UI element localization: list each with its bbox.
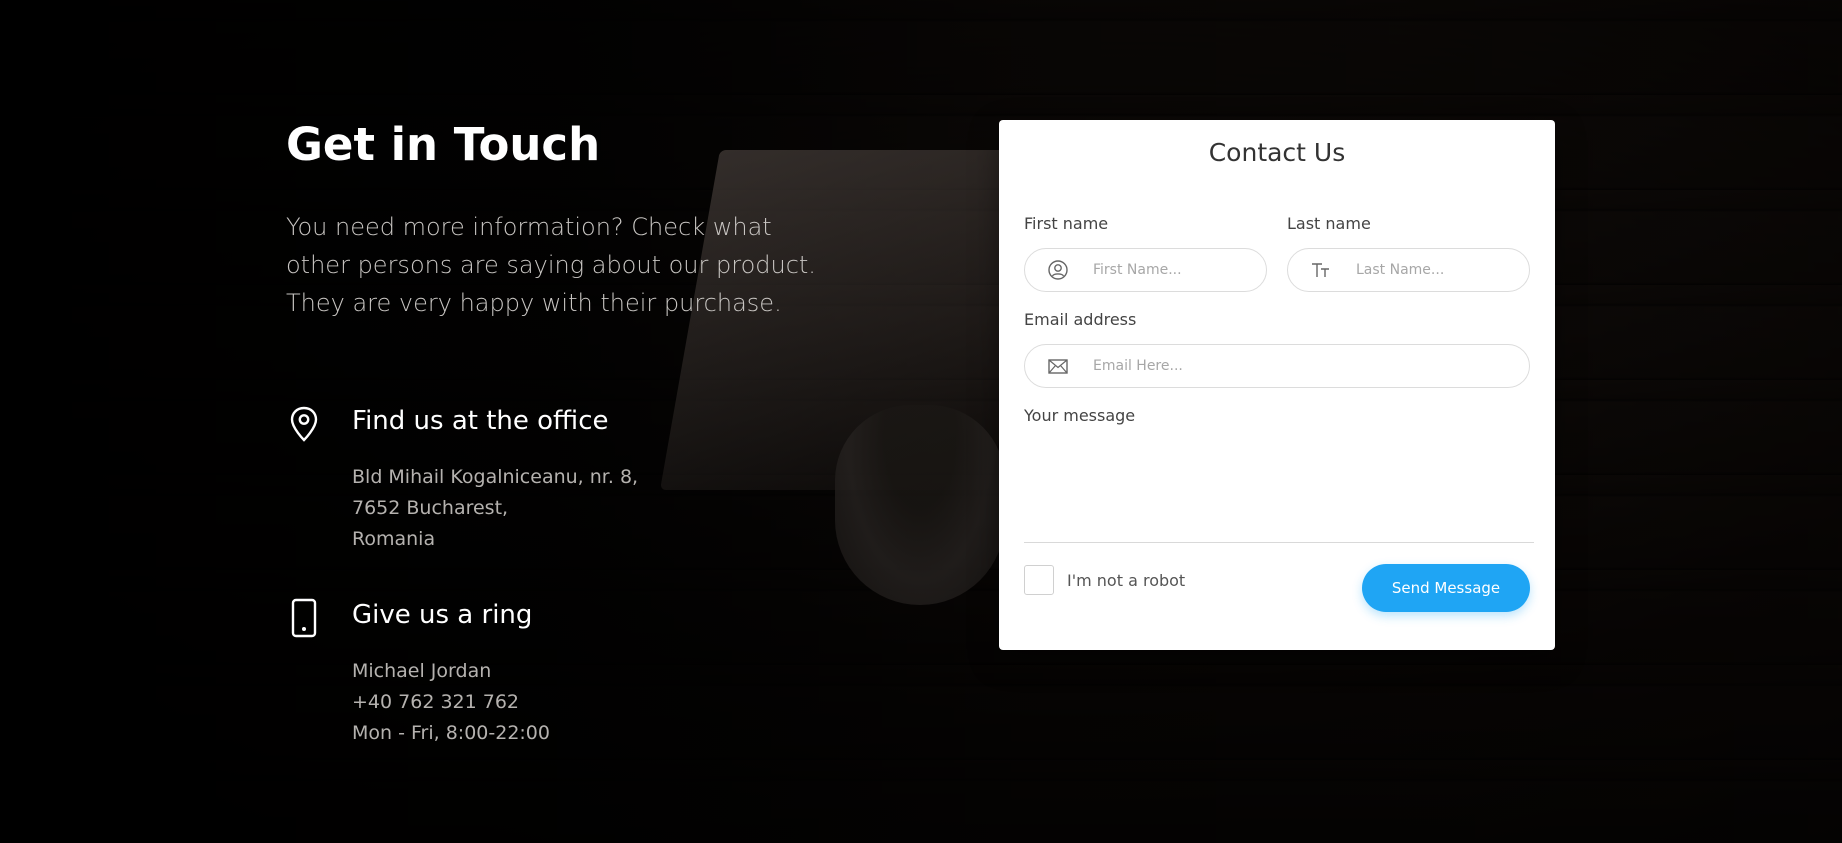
office-hours: Mon - Fri, 8:00-22:00 <box>352 722 550 744</box>
phone-heading: Give us a ring <box>352 600 533 630</box>
message-textarea[interactable] <box>1024 418 1534 543</box>
intro-text: You need more information? Check what ot… <box>286 213 816 317</box>
first-name-field[interactable] <box>1024 248 1269 292</box>
text-size-icon <box>1312 263 1329 277</box>
last-name-field[interactable] <box>1287 248 1532 292</box>
phone-number: +40 762 321 762 <box>352 691 520 713</box>
contact-form-card: Contact Us First name Last name Email ad… <box>999 120 1555 650</box>
form-title: Contact Us <box>1208 138 1346 167</box>
captcha-checkbox[interactable] <box>1024 565 1054 595</box>
user-circle-icon <box>1048 260 1068 280</box>
last-name-input[interactable] <box>1354 261 1532 279</box>
email-label: Email address <box>1024 310 1137 329</box>
send-message-button[interactable]: Send Message <box>1362 564 1530 612</box>
phone-details: Michael Jordan +40 762 321 762 Mon - Fri… <box>352 656 550 749</box>
contact-name: Michael Jordan <box>352 660 492 682</box>
first-name-label: First name <box>1024 214 1109 233</box>
email-field[interactable] <box>1024 344 1530 388</box>
last-name-label: Last name <box>1287 214 1371 233</box>
first-name-input[interactable] <box>1091 261 1269 279</box>
office-address: Bld Mihail Kogalniceanu, nr. 8, 7652 Buc… <box>352 462 638 555</box>
background-mug <box>835 405 1005 605</box>
office-address-line: Bld Mihail Kogalniceanu, nr. 8, <box>352 466 639 488</box>
office-address-line: 7652 Bucharest, <box>352 497 509 519</box>
office-heading: Find us at the office <box>352 406 609 436</box>
envelope-icon <box>1048 359 1068 374</box>
page-title: Get in Touch <box>286 118 601 171</box>
email-input[interactable] <box>1091 357 1529 375</box>
mobile-phone-icon <box>291 598 317 638</box>
location-pin-icon <box>290 406 318 442</box>
captcha-label: I'm not a robot <box>1067 571 1186 590</box>
office-address-line: Romania <box>352 528 436 550</box>
